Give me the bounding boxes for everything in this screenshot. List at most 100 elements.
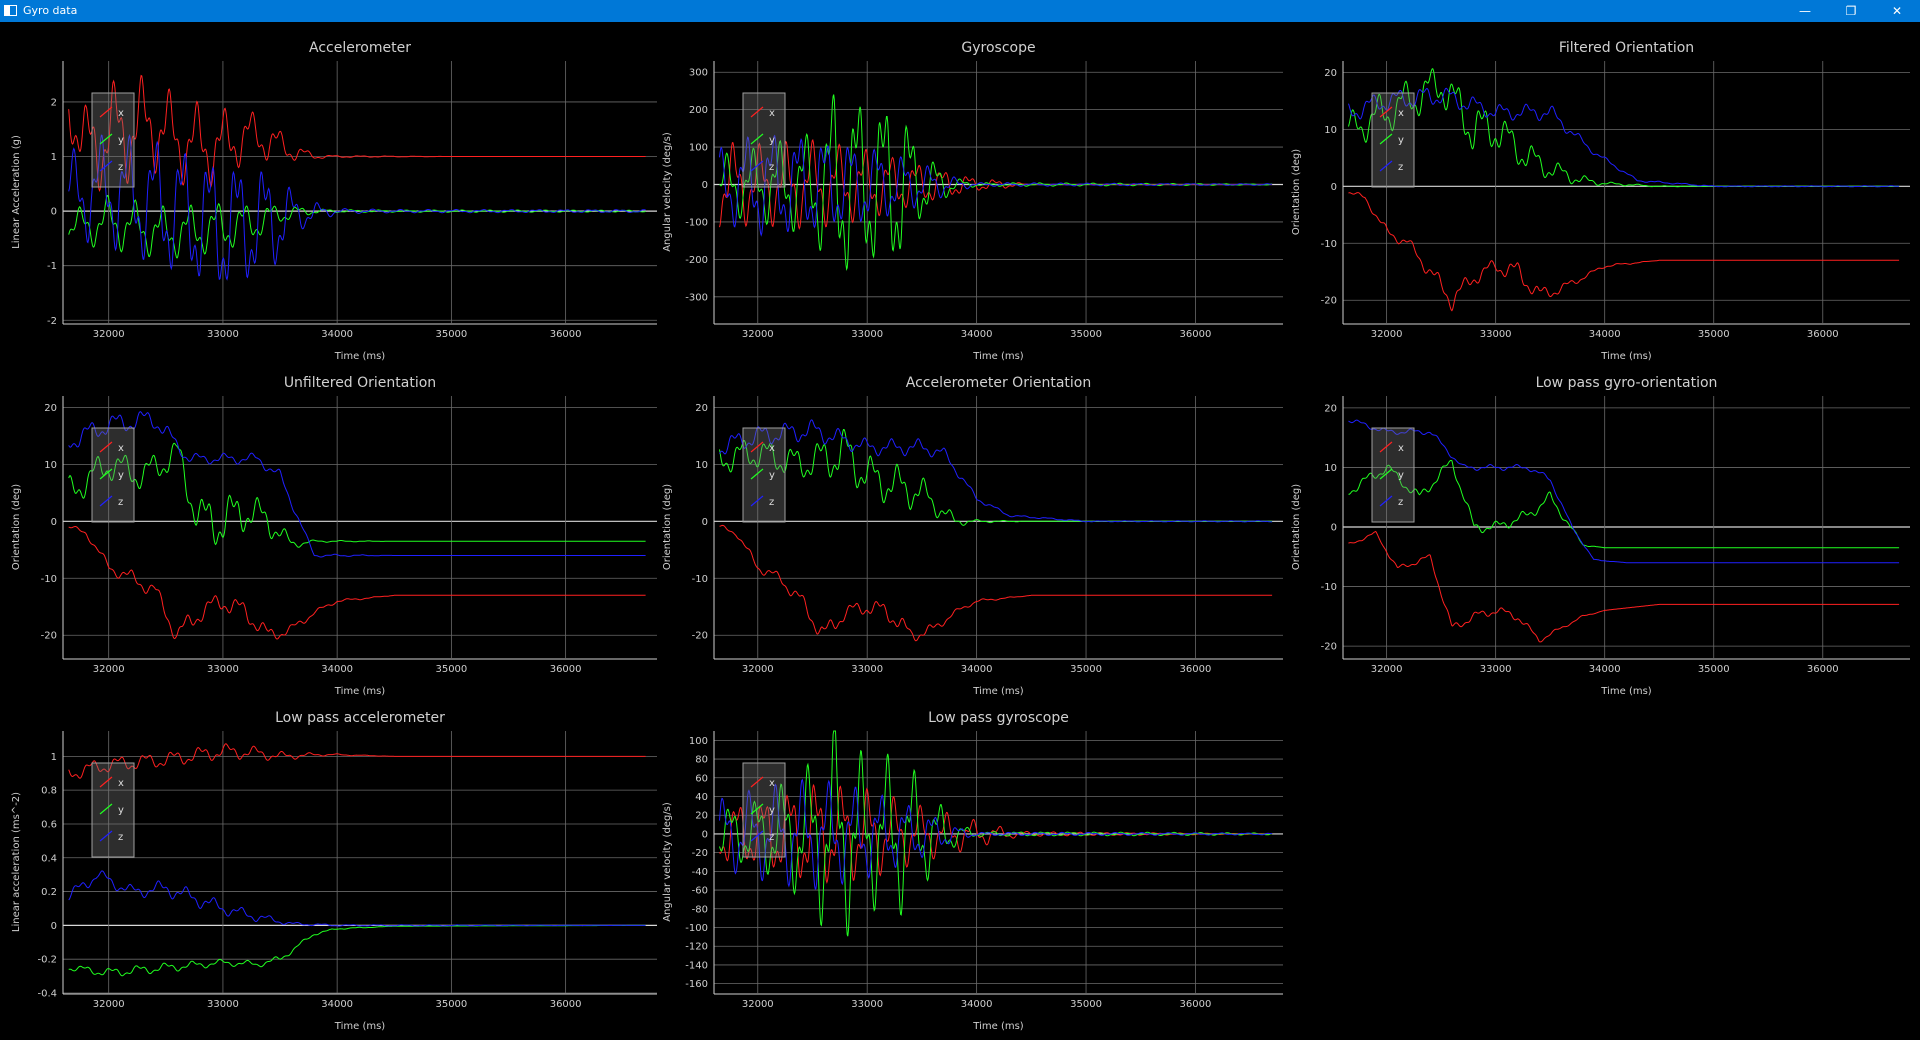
legend-label-y: y bbox=[118, 805, 124, 816]
legend-label-y: y bbox=[118, 135, 124, 146]
y-tick-label: 0 bbox=[51, 921, 57, 932]
x-tick-label: 34000 bbox=[321, 664, 353, 675]
legend: x y z bbox=[742, 427, 786, 523]
chart-5: -20 -10 0 10 20 32000 33000 34000 35000 36000 Low … bbox=[1291, 375, 1910, 697]
y-axis-label: Orientation (deg) bbox=[1291, 484, 1302, 570]
y-tick-label: 0 bbox=[1331, 523, 1337, 534]
x-tick-label: 34000 bbox=[1589, 664, 1621, 675]
y-tick-label: 300 bbox=[689, 68, 708, 79]
y-tick-label: 10 bbox=[1324, 125, 1337, 136]
chart-title: Low pass gyroscope bbox=[928, 710, 1069, 726]
close-button[interactable]: ✕ bbox=[1874, 0, 1920, 22]
y-tick-label: 0 bbox=[51, 517, 57, 528]
y-tick-label: -10 bbox=[41, 574, 57, 585]
series-line-y bbox=[68, 924, 646, 977]
legend-label-x: x bbox=[118, 443, 124, 454]
x-tick-label: 32000 bbox=[742, 329, 774, 340]
y-tick-label: -300 bbox=[685, 292, 708, 303]
x-tick-label: 32000 bbox=[93, 999, 125, 1010]
minimize-button[interactable]: — bbox=[1782, 0, 1828, 22]
y-tick-label: 0 bbox=[1331, 182, 1337, 193]
y-axis-label: Orientation (deg) bbox=[1291, 149, 1302, 235]
y-tick-label: -100 bbox=[685, 217, 708, 228]
y-tick-label: 0 bbox=[702, 517, 708, 528]
y-tick-label: -0.2 bbox=[37, 955, 57, 966]
y-tick-label: 20 bbox=[44, 403, 57, 414]
y-axis-label: Angular velocity (deg/s) bbox=[662, 132, 673, 252]
y-tick-label: -10 bbox=[1321, 239, 1337, 250]
legend-label-x: x bbox=[769, 778, 775, 789]
y-tick-label: 10 bbox=[1324, 463, 1337, 474]
y-tick-label: 0 bbox=[702, 829, 708, 840]
y-tick-label: -60 bbox=[692, 886, 708, 897]
x-tick-label: 33000 bbox=[1480, 329, 1512, 340]
legend: x y z bbox=[742, 762, 786, 858]
chart-title: Gyroscope bbox=[961, 40, 1035, 56]
x-axis-label: Time (ms) bbox=[1600, 351, 1652, 362]
y-axis-label: Angular velocity (deg/s) bbox=[662, 802, 673, 922]
y-axis-label: Linear Acceleration (g) bbox=[11, 135, 22, 249]
y-tick-label: -20 bbox=[1321, 296, 1337, 307]
x-tick-label: 36000 bbox=[550, 999, 582, 1010]
legend-label-z: z bbox=[118, 832, 123, 843]
y-axis-label: Orientation (deg) bbox=[11, 484, 22, 570]
legend-label-z: z bbox=[1398, 162, 1403, 173]
chart-4: -20 -10 0 10 20 32000 33000 34000 35000 36000 Acce… bbox=[662, 375, 1283, 697]
y-tick-label: -40 bbox=[692, 867, 708, 878]
x-tick-label: 34000 bbox=[1589, 329, 1621, 340]
y-tick-label: 20 bbox=[695, 811, 708, 822]
x-tick-label: 32000 bbox=[93, 329, 125, 340]
series-line-x bbox=[719, 524, 1273, 642]
chart-title: Unfiltered Orientation bbox=[284, 375, 436, 391]
legend-label-x: x bbox=[118, 778, 124, 789]
y-tick-label: 2 bbox=[51, 97, 57, 108]
x-tick-label: 32000 bbox=[93, 664, 125, 675]
x-tick-label: 33000 bbox=[851, 999, 883, 1010]
y-tick-label: 0.2 bbox=[41, 887, 57, 898]
y-tick-label: -200 bbox=[685, 255, 708, 266]
y-tick-label: -100 bbox=[685, 923, 708, 934]
y-axis-label: Orientation (deg) bbox=[662, 484, 673, 570]
x-tick-label: 36000 bbox=[1180, 664, 1212, 675]
series-line-y bbox=[68, 442, 646, 548]
legend-label-z: z bbox=[769, 162, 774, 173]
legend: x y z bbox=[1371, 427, 1415, 523]
x-tick-label: 36000 bbox=[550, 664, 582, 675]
x-tick-label: 35000 bbox=[1070, 329, 1102, 340]
y-tick-label: 0.4 bbox=[41, 853, 57, 864]
maximize-button[interactable]: ❐ bbox=[1828, 0, 1874, 22]
legend-label-z: z bbox=[769, 832, 774, 843]
y-tick-label: 0 bbox=[702, 180, 708, 191]
y-tick-label: 0.8 bbox=[41, 786, 57, 797]
x-axis-label: Time (ms) bbox=[334, 351, 386, 362]
x-axis-label: Time (ms) bbox=[334, 686, 386, 697]
x-tick-label: 35000 bbox=[1070, 664, 1102, 675]
chart-7: -160 -140 -120 -100 -80 -60 -40 -20 0 20 40 60 80 100… bbox=[662, 710, 1283, 1032]
x-tick-label: 34000 bbox=[961, 664, 993, 675]
x-tick-label: 33000 bbox=[207, 329, 239, 340]
window-title: Gyro data bbox=[23, 4, 78, 17]
title-bar[interactable]: Gyro data — ❐ ✕ bbox=[0, 0, 1920, 22]
x-tick-label: 35000 bbox=[1698, 664, 1730, 675]
x-tick-label: 36000 bbox=[1807, 329, 1839, 340]
y-tick-label: 20 bbox=[695, 403, 708, 414]
legend: x y z bbox=[91, 92, 135, 188]
y-tick-label: 10 bbox=[695, 460, 708, 471]
x-axis-label: Time (ms) bbox=[972, 686, 1024, 697]
x-tick-label: 36000 bbox=[1807, 664, 1839, 675]
y-tick-label: 80 bbox=[695, 755, 708, 766]
y-tick-label: 60 bbox=[695, 773, 708, 784]
plot-grid: -2-101232000 33000 34000 35000 36000Accelero… bbox=[11, 40, 1910, 1032]
y-tick-label: -2 bbox=[47, 316, 57, 327]
chart-1: -300 -200 -100 0 100 200 300 32000 33000 34000 350… bbox=[662, 40, 1283, 362]
y-tick-label: 0 bbox=[51, 207, 57, 218]
series-line-z bbox=[68, 411, 646, 558]
x-tick-label: 33000 bbox=[207, 999, 239, 1010]
x-tick-label: 32000 bbox=[1371, 664, 1403, 675]
chart-title: Low pass gyro-orientation bbox=[1536, 375, 1718, 391]
legend-label-y: y bbox=[769, 470, 775, 481]
series-line-x bbox=[68, 526, 646, 640]
x-tick-label: 36000 bbox=[1180, 999, 1212, 1010]
x-axis-label: Time (ms) bbox=[334, 1021, 386, 1032]
legend-label-z: z bbox=[118, 497, 123, 508]
